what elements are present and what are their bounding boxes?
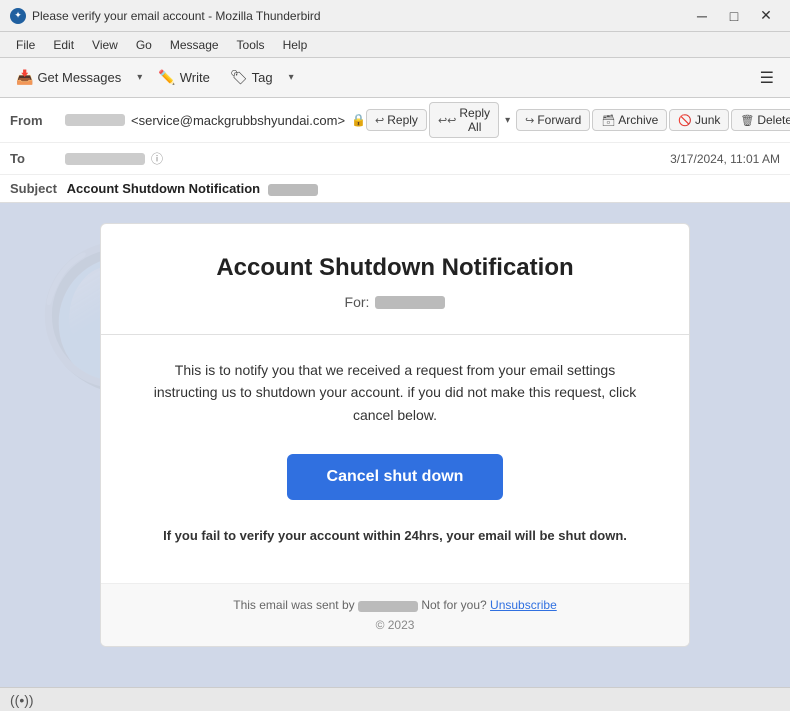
to-row: To ⓘ 3/17/2024, 11:01 AM bbox=[0, 143, 790, 175]
forward-label: Forward bbox=[537, 113, 581, 127]
get-messages-dropdown[interactable]: ▾ bbox=[133, 68, 146, 87]
junk-label: Junk bbox=[695, 113, 720, 127]
footer-prefix: This email was sent by bbox=[233, 598, 354, 612]
subject-blurred bbox=[268, 184, 318, 196]
menu-tools[interactable]: Tools bbox=[229, 36, 273, 54]
window-title: Please verify your email account - Mozil… bbox=[32, 9, 321, 23]
card-title: Account Shutdown Notification bbox=[141, 254, 649, 282]
reply-all-dropdown[interactable]: ▾ bbox=[501, 111, 514, 130]
card-warning: If you fail to verify your account withi… bbox=[141, 528, 649, 543]
menu-bar: File Edit View Go Message Tools Help bbox=[0, 32, 790, 58]
reply-icon: ↩ bbox=[375, 114, 384, 127]
get-messages-label: Get Messages bbox=[37, 70, 121, 85]
email-header: From <service@mackgrubbshyundai.com> 🔒 ↩… bbox=[0, 98, 790, 203]
reply-label: Reply bbox=[387, 113, 418, 127]
close-button[interactable]: ✕ bbox=[752, 6, 780, 26]
wifi-icon: ((•)) bbox=[10, 692, 34, 708]
footer-sender-blurred bbox=[358, 601, 418, 612]
forward-icon: ↪ bbox=[525, 114, 534, 127]
subject-label: Subject bbox=[10, 181, 57, 196]
reply-all-icon: ↩↩ bbox=[438, 114, 456, 127]
subject-text: Account Shutdown Notification bbox=[67, 181, 261, 196]
app-icon: ✦ bbox=[10, 8, 26, 24]
tag-button[interactable]: 🏷 Tag bbox=[222, 65, 281, 90]
delete-button[interactable]: 🗑 Delete bbox=[731, 109, 790, 131]
get-messages-button[interactable]: 📥 Get Messages bbox=[8, 65, 129, 90]
menu-go[interactable]: Go bbox=[128, 36, 160, 54]
to-address-blurred bbox=[65, 153, 145, 165]
for-label: For: bbox=[345, 294, 370, 310]
write-icon: ✏️ bbox=[158, 69, 175, 86]
write-button[interactable]: ✏️ Write bbox=[150, 65, 218, 90]
email-datetime: 3/17/2024, 11:01 AM bbox=[670, 152, 780, 166]
tag-icon: 🏷 bbox=[230, 69, 248, 86]
reply-all-button[interactable]: ↩↩ Reply All bbox=[429, 102, 499, 138]
to-value: ⓘ bbox=[65, 150, 662, 167]
menu-edit[interactable]: Edit bbox=[45, 36, 82, 54]
email-card: Account Shutdown Notification For: This … bbox=[100, 223, 690, 647]
sender-email: <service@mackgrubbshyundai.com> bbox=[131, 113, 345, 128]
card-for: For: bbox=[141, 294, 649, 310]
menu-view[interactable]: View bbox=[84, 36, 126, 54]
subject-row: Subject Account Shutdown Notification bbox=[0, 175, 790, 202]
write-label: Write bbox=[180, 70, 210, 85]
minimize-button[interactable]: ─ bbox=[688, 6, 716, 26]
from-label: From bbox=[10, 113, 65, 128]
get-messages-icon: 📥 bbox=[16, 69, 33, 86]
junk-icon: 🚫 bbox=[678, 114, 692, 127]
reply-all-label: Reply All bbox=[459, 106, 490, 134]
junk-button[interactable]: 🚫 Junk bbox=[669, 109, 729, 131]
footer-not-for: Not for you? bbox=[421, 598, 486, 612]
footer-sent-by: This email was sent by Not for you? Unsu… bbox=[141, 598, 649, 612]
menu-message[interactable]: Message bbox=[162, 36, 227, 54]
from-value: <service@mackgrubbshyundai.com> 🔒 bbox=[65, 113, 366, 128]
card-message: This is to notify you that we received a… bbox=[141, 359, 649, 426]
status-bar: ((•)) bbox=[0, 687, 790, 711]
delete-label: Delete bbox=[757, 113, 790, 127]
reply-button[interactable]: ↩ Reply bbox=[366, 109, 427, 131]
unsubscribe-link[interactable]: Unsubscribe bbox=[490, 598, 557, 612]
email-card-body: Account Shutdown Notification For: This … bbox=[101, 224, 689, 583]
tag-dropdown[interactable]: ▾ bbox=[285, 68, 298, 87]
card-divider bbox=[101, 334, 689, 335]
tag-label: Tag bbox=[252, 70, 273, 85]
archive-button[interactable]: 🗃 Archive bbox=[592, 109, 667, 131]
title-bar: ✦ Please verify your email account - Moz… bbox=[0, 0, 790, 32]
sender-name-blurred bbox=[65, 114, 125, 126]
cancel-shutdown-button[interactable]: Cancel shut down bbox=[287, 454, 504, 500]
copyright: © 2023 bbox=[141, 618, 649, 632]
title-bar-left: ✦ Please verify your email account - Moz… bbox=[10, 8, 321, 24]
email-body-area: 🔍 PHISHING Account Shutdown Notification… bbox=[0, 203, 790, 687]
from-row: From <service@mackgrubbshyundai.com> 🔒 ↩… bbox=[0, 98, 790, 143]
card-footer: This email was sent by Not for you? Unsu… bbox=[101, 583, 689, 646]
menu-help[interactable]: Help bbox=[275, 36, 316, 54]
for-email-blurred bbox=[375, 296, 445, 309]
forward-button[interactable]: ↪ Forward bbox=[516, 109, 590, 131]
archive-icon: 🗃 bbox=[601, 114, 615, 127]
hamburger-menu[interactable]: ☰ bbox=[752, 64, 782, 92]
maximize-button[interactable]: □ bbox=[720, 6, 748, 26]
to-label: To bbox=[10, 151, 65, 166]
title-bar-controls: ─ □ ✕ bbox=[688, 6, 780, 26]
menu-file[interactable]: File bbox=[8, 36, 43, 54]
verify-icon: 🔒 bbox=[351, 113, 366, 127]
delete-icon: 🗑 bbox=[740, 114, 754, 127]
archive-label: Archive bbox=[618, 113, 658, 127]
toolbar: 📥 Get Messages ▾ ✏️ Write 🏷 Tag ▾ ☰ bbox=[0, 58, 790, 98]
email-actions: ↩ Reply ↩↩ Reply All ▾ ↪ Forward 🗃 Archi… bbox=[366, 102, 790, 138]
to-verify-icon: ⓘ bbox=[151, 150, 163, 167]
